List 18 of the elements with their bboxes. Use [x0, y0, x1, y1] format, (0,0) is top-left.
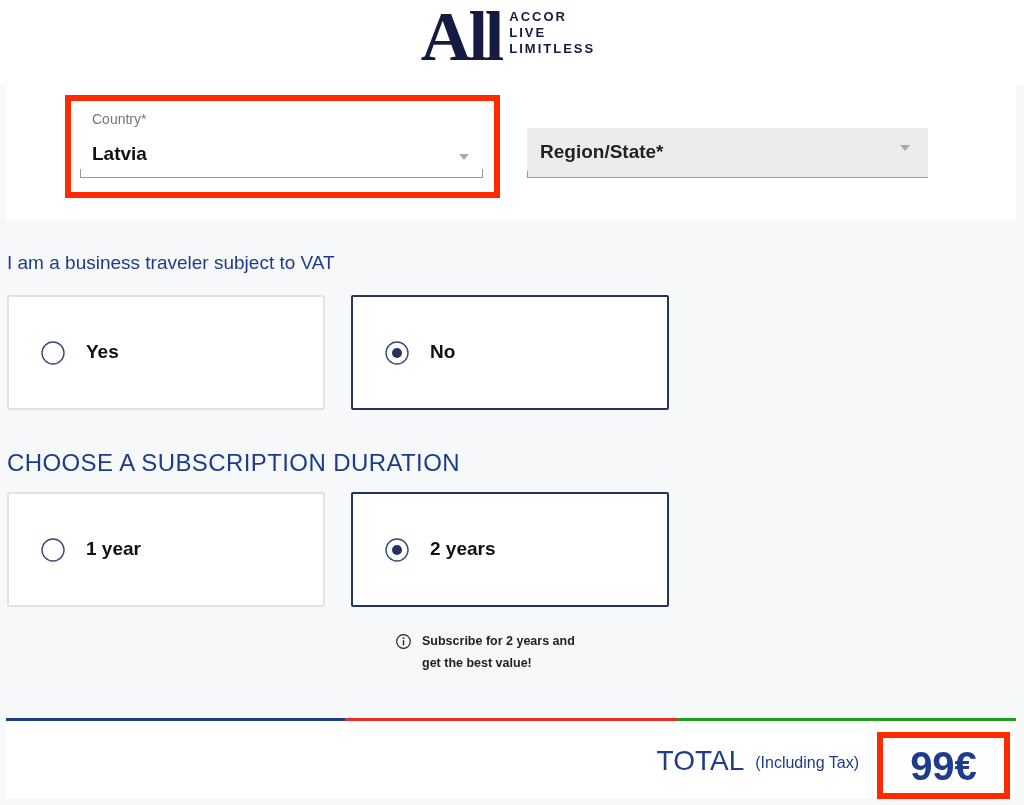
section-heading: I am a business traveler subject to VAT — [7, 251, 335, 275]
region-select[interactable]: Region/State* — [527, 128, 928, 178]
tax-note: (Including Tax) — [755, 753, 859, 773]
total-amount: 99€ — [910, 743, 977, 788]
info-icon — [396, 634, 411, 649]
total-label: TOTAL — [656, 745, 745, 777]
logo-text: LIVE — [509, 25, 548, 41]
radio-option[interactable]: 2 years — [351, 492, 669, 607]
info-text: Subscribe for 2 years and get the best value! — [422, 633, 575, 672]
radio-option[interactable]: 1 year — [7, 492, 325, 607]
caret-icon — [900, 145, 910, 151]
logo-text: ACCOR — [509, 9, 568, 25]
radio-option[interactable]: Yes — [7, 295, 325, 410]
section-heading: CHOOSE A SUBSCRIPTION DURATION — [7, 448, 460, 478]
radio-option[interactable]: No — [351, 295, 669, 410]
logo-text: LIMITLESS — [509, 41, 596, 57]
caret-icon — [459, 154, 469, 160]
logo-mark: All — [420, 6, 502, 66]
